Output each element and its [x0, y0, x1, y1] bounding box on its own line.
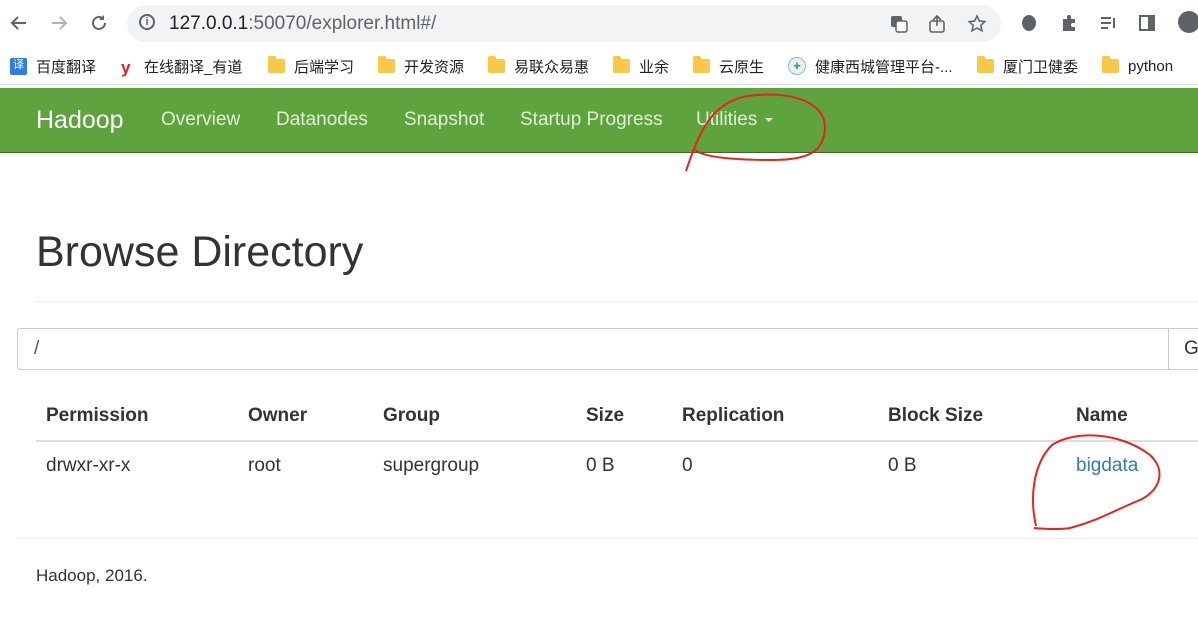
go-button[interactable]: G	[1168, 328, 1198, 370]
bookmark-star-icon[interactable]	[965, 12, 989, 36]
translate-icon[interactable]	[887, 12, 911, 36]
brand-link[interactable]: Hadoop	[36, 106, 124, 135]
browser-toolbar: i 127.0.0.1:50070/explorer.html#/	[0, 0, 1198, 47]
bookmark-label: 业余	[639, 58, 670, 76]
share-icon[interactable]	[925, 12, 949, 36]
youdao-icon: y	[121, 58, 131, 77]
address-bar[interactable]: i 127.0.0.1:50070/explorer.html#/	[127, 5, 1001, 42]
baidu-translate-icon: 译	[10, 57, 27, 75]
directory-table: Permission Owner Group Size Replication …	[36, 392, 1198, 490]
hadoop-navbar: Hadoop Overview Datanodes Snapshot Start…	[0, 88, 1198, 153]
bookmarks-bar: 译 百度翻译 y 在线翻译_有道 后端学习 开发资源 易联众易惠 业余 云原生 …	[0, 48, 1198, 85]
directory-link-bigdata[interactable]: bigdata	[1076, 455, 1138, 476]
forward-arrow-icon[interactable]	[44, 8, 74, 38]
folder-icon	[977, 56, 994, 73]
bookmark-label: 百度翻译	[36, 58, 97, 76]
bookmark-folder-python[interactable]: python	[1102, 55, 1173, 77]
title-divider	[36, 301, 1198, 302]
site-badge-icon: ✚	[788, 57, 806, 75]
bookmark-baidu-translate[interactable]: 译 百度翻译	[10, 55, 96, 77]
folder-icon	[613, 56, 630, 73]
evernote-icon[interactable]	[1016, 10, 1042, 36]
footer-divider	[17, 538, 1198, 539]
nav-utilities-label: Utilities	[696, 109, 758, 130]
bookmark-health-xicheng[interactable]: ✚ 健康西城管理平台-...	[788, 55, 953, 77]
column-header-block-size[interactable]: Block Size	[878, 392, 1066, 442]
column-header-owner[interactable]: Owner	[238, 392, 373, 442]
nav-startup-progress[interactable]: Startup Progress	[520, 109, 663, 131]
bookmark-label: 易联众易惠	[514, 58, 590, 76]
bookmark-folder-hobby[interactable]: 业余	[613, 55, 669, 77]
folder-icon	[693, 56, 710, 73]
bookmark-folder-backend[interactable]: 后端学习	[268, 55, 354, 77]
bookmark-folder-yilianzhong[interactable]: 易联众易惠	[488, 55, 589, 77]
footer-text: Hadoop, 2016.	[36, 566, 148, 585]
reload-icon[interactable]	[84, 8, 114, 38]
cell-size: 0 B	[586, 455, 615, 476]
cell-group: supergroup	[383, 455, 480, 476]
nav-utilities-dropdown[interactable]: Utilities	[696, 109, 774, 131]
caret-down-icon	[765, 117, 774, 122]
bookmark-label: 健康西城管理平台-...	[815, 58, 953, 76]
site-info-icon[interactable]: i	[139, 14, 155, 30]
bookmark-youdao[interactable]: y 在线翻译_有道	[121, 55, 242, 77]
bookmark-label: python	[1128, 57, 1174, 75]
back-arrow-icon[interactable]	[4, 8, 34, 38]
column-header-size[interactable]: Size	[576, 392, 672, 442]
column-header-group[interactable]: Group	[373, 392, 576, 442]
nav-datanodes[interactable]: Datanodes	[276, 109, 368, 131]
bookmark-label: 后端学习	[294, 58, 355, 76]
nav-overview[interactable]: Overview	[161, 109, 240, 131]
nav-snapshot[interactable]: Snapshot	[404, 109, 484, 131]
cell-permission: drwxr-xr-x	[46, 455, 131, 476]
cell-owner: root	[248, 455, 281, 476]
bookmark-folder-xiamen[interactable]: 厦门卫健委	[977, 55, 1078, 77]
url-host: 127.0.0.1	[169, 13, 249, 34]
column-header-replication[interactable]: Replication	[672, 392, 878, 442]
table-row: drwxr-xr-x root supergroup 0 B 0 0 B big…	[36, 441, 1198, 490]
extensions-puzzle-icon[interactable]	[1056, 10, 1082, 36]
cell-name: bigdata	[1066, 441, 1198, 490]
side-panel-icon[interactable]	[1134, 10, 1160, 36]
url-text[interactable]: 127.0.0.1:50070/explorer.html#/	[169, 13, 436, 35]
table-header-row: Permission Owner Group Size Replication …	[36, 392, 1198, 442]
bookmark-folder-cloud-native[interactable]: 云原生	[693, 55, 764, 77]
folder-icon	[268, 56, 285, 73]
folder-icon	[1102, 56, 1119, 73]
media-queue-icon[interactable]	[1096, 10, 1122, 36]
folder-icon	[488, 56, 505, 73]
bookmark-label: 厦门卫健委	[1003, 58, 1079, 76]
bookmark-label: 在线翻译_有道	[144, 58, 243, 76]
page-title: Browse Directory	[36, 228, 364, 276]
cell-replication: 0	[682, 455, 693, 476]
directory-path-input[interactable]	[17, 328, 1169, 370]
column-header-name[interactable]: Name	[1066, 392, 1198, 442]
bookmark-folder-dev-resources[interactable]: 开发资源	[378, 55, 464, 77]
cell-block-size: 0 B	[888, 455, 917, 476]
profile-avatar-icon[interactable]	[1178, 11, 1198, 33]
bookmark-label: 开发资源	[404, 58, 465, 76]
column-header-permission[interactable]: Permission	[36, 392, 238, 442]
url-path: :50070/explorer.html#/	[248, 13, 437, 34]
bookmark-label: 云原生	[719, 58, 765, 76]
folder-icon	[378, 56, 395, 73]
